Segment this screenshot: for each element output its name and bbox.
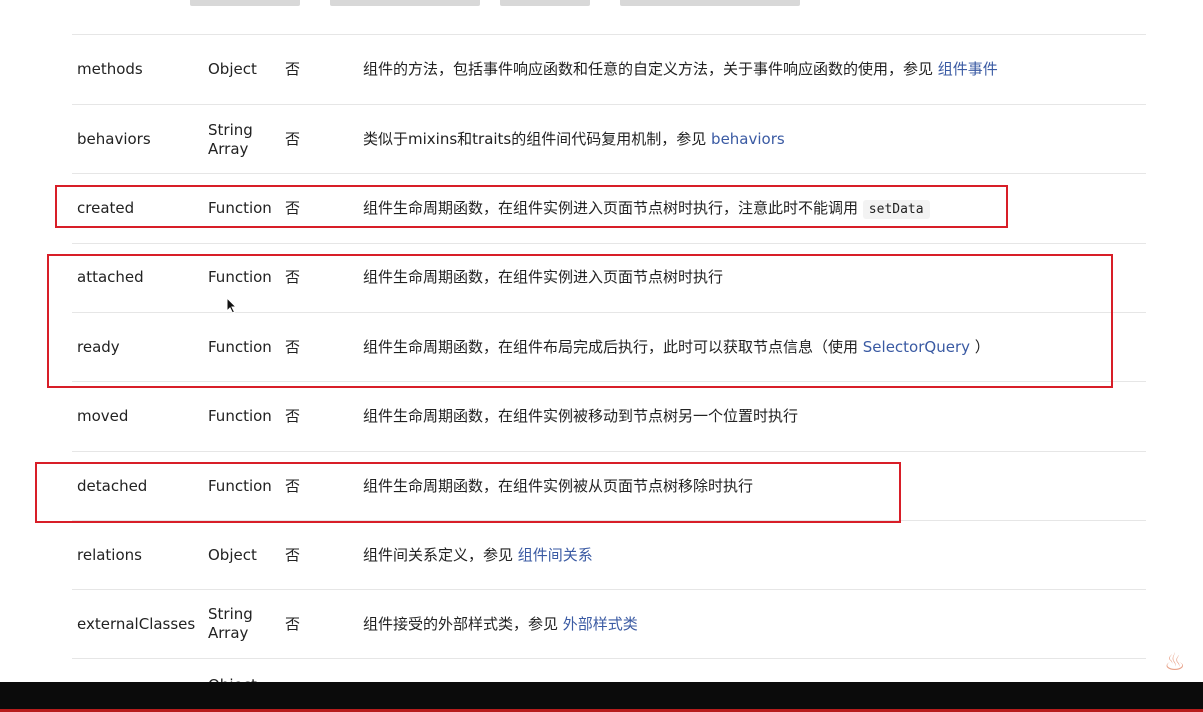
table-row: moved Function 否 组件生命周期函数，在组件实例被移动到节点树另一… (0, 382, 1203, 451)
property-description: 组件接受的外部样式类，参见 外部样式类 (363, 615, 638, 634)
mouse-cursor-icon (226, 297, 238, 314)
property-required: 否 (285, 407, 301, 425)
video-bottom-bar (0, 682, 1203, 712)
description-text: 组件接受的外部样式类，参见 (363, 615, 559, 633)
property-name: moved (77, 407, 129, 425)
docs-page: methods Object 否 组件的方法，包括事件响应函数和任意的自定义方法… (0, 0, 1203, 712)
highlight-box-detached (35, 462, 901, 523)
property-name: relations (77, 546, 142, 564)
row-divider (72, 658, 1146, 659)
property-name: methods (77, 60, 143, 78)
property-name: behaviors (77, 130, 151, 148)
property-type: Object (208, 60, 257, 78)
property-type-line1: String (208, 121, 253, 139)
link-component-relations[interactable]: 组件间关系 (518, 546, 593, 564)
watermark-icon: ♨ (1164, 648, 1186, 676)
property-description: 组件生命周期函数，在组件实例被移动到节点树另一个位置时执行 (363, 407, 799, 425)
link-external-classes[interactable]: 外部样式类 (563, 615, 638, 633)
property-type-line1: String (208, 605, 253, 623)
property-required: 否 (285, 60, 301, 78)
highlight-box-attached-ready (47, 254, 1113, 388)
property-type: Function (208, 407, 272, 425)
description-text: 类似于mixins和traits的组件间代码复用机制，参见 (363, 130, 707, 148)
link-component-events[interactable]: 组件事件 (938, 60, 998, 78)
property-type: Object (208, 546, 257, 564)
highlight-box-created (55, 185, 1008, 228)
property-required: 否 (285, 615, 301, 633)
table-row: behaviors String Array 否 类似于mixins和trait… (0, 105, 1203, 174)
property-type-line2: Array (208, 624, 249, 642)
property-description: 组件间关系定义，参见 组件间关系 (363, 546, 593, 565)
property-required: 否 (285, 546, 301, 564)
property-required: 否 (285, 130, 301, 148)
property-name: externalClasses (77, 615, 196, 633)
description-text: 组件的方法，包括事件响应函数和任意的自定义方法，关于事件响应函数的使用，参见 (363, 60, 934, 78)
table-row: methods Object 否 组件的方法，包括事件响应函数和任意的自定义方法… (0, 35, 1203, 104)
property-description: 组件的方法，包括事件响应函数和任意的自定义方法，关于事件响应函数的使用，参见 组… (363, 60, 998, 79)
property-type-line2: Array (208, 140, 249, 158)
table-row: externalClasses String Array 否 组件接受的外部样式… (0, 590, 1203, 659)
cutoff-previous-row (0, 0, 1203, 14)
property-description: 类似于mixins和traits的组件间代码复用机制，参见 behaviors (363, 130, 785, 149)
table-row: relations Object 否 组件间关系定义，参见 组件间关系 (0, 521, 1203, 590)
description-text: 组件间关系定义，参见 (363, 546, 514, 564)
link-behaviors[interactable]: behaviors (711, 130, 785, 148)
